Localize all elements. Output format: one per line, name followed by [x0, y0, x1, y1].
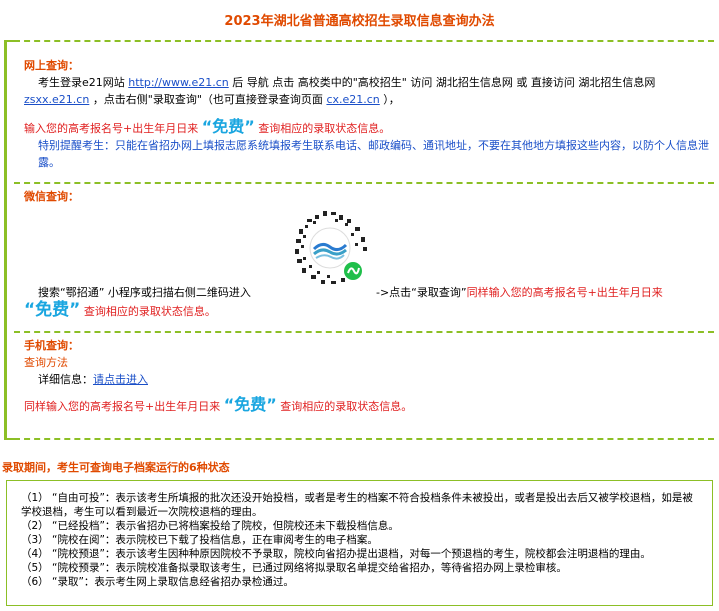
mobile-method: 查询方法 — [24, 356, 68, 369]
mobile-detail-line: 详细信息：请点击进入 — [24, 371, 714, 388]
online-input-text-a: 输入您的高考报名号+出生年月日来 — [24, 122, 199, 135]
divider-bottom — [14, 438, 714, 440]
divider-wechat — [14, 182, 714, 184]
mobile-section: 手机查询： 查询方法 详细信息：请点击进入 同样输入您的高考报名号+出生年月日来… — [24, 337, 714, 415]
wechat-input-text-a: 同样输入您的高考报名号+出生年月日来 — [466, 286, 663, 299]
wechat-free-line: “免费” 查询相应的录取状态信息。 — [24, 302, 714, 320]
mobile-detail-label: 详细信息： — [38, 373, 93, 386]
mobile-free-label: “免费” — [223, 395, 277, 414]
frame-left-border — [4, 42, 7, 440]
online-line2-text-b: ）， — [383, 93, 400, 106]
states-title: 录取期间，考生可查询电子档案运行的6种状态 — [2, 461, 230, 474]
state-item-3: （3） “院校在阅”：表示院校已下载了投档信息，正在审阅考生的电子档案。 — [21, 534, 378, 546]
wechat-free-label: “免费” — [24, 300, 81, 320]
wechat-arrow-text: ->点击“录取查询” — [376, 286, 467, 299]
mobile-input-text-b: 查询相应的录取状态信息。 — [280, 400, 413, 413]
online-section: 网上查询： 考生登录e21网站 http://www.e21.cn 后 导航 点… — [24, 57, 714, 171]
mobile-heading: 手机查询： — [24, 339, 79, 352]
mobile-input-text-a: 同样输入您的高考报名号+出生年月日来 — [24, 400, 221, 413]
state-item-6: （6） “录取”：表示考生网上录取信息经省招办录检通过。 — [21, 576, 294, 588]
states-list: （1） “自由可投”：表示该考生所填报的批次还没开始投档，或者是考生的档案不符合… — [21, 491, 701, 589]
zsxx-link[interactable]: zsxx.e21.cn — [24, 93, 89, 106]
online-heading: 网上查询： — [24, 59, 79, 72]
wechat-search-text: 搜索“鄂招通” 小程序或扫描右侧二维码进入 — [38, 286, 251, 299]
wechat-section: 微信查询： — [24, 188, 714, 205]
online-input-line: 输入您的高考报名号+出生年月日来 “免费” 查询相应的录取状态信息。 — [24, 118, 714, 137]
online-notice: 特别提醒考生：只能在省招办网上填报志愿系统填报考生联系电话、邮政编码、通讯地址，… — [38, 139, 709, 169]
cx-link[interactable]: cx.e21.cn — [326, 93, 379, 106]
wechat-arrow-line: ->点击“录取查询”同样输入您的高考报名号+出生年月日来 — [376, 284, 714, 301]
online-line1-text-b: 后 导航 点击 高校类中的"高校招生" 访问 湖北招生信息网 或 直接访问 湖北… — [232, 76, 656, 89]
online-line1-text-a: 考生登录e21网站 — [38, 76, 125, 89]
qr-code-icon[interactable] — [287, 205, 373, 291]
frame-corner-bottom — [4, 438, 14, 440]
state-item-4: （4） “院校预退”：表示该考生因种种原因院校不予录取，院校向省招办提出退档，对… — [21, 548, 651, 560]
mobile-input-line: 同样输入您的高考报名号+出生年月日来 “免费” 查询相应的录取状态信息。 — [24, 396, 714, 415]
wechat-input-text-b: 查询相应的录取状态信息。 — [83, 305, 216, 318]
state-item-5: （5） “院校预录”：表示院校准备拟录取该考生，已通过网络将拟录取名单提交给省招… — [21, 562, 567, 574]
online-line1: 考生登录e21网站 http://www.e21.cn 后 导航 点击 高校类中… — [24, 74, 714, 91]
online-line2: zsxx.e21.cn ，点击右侧"录取查询"（也可直接登录查询页面 cx.e2… — [24, 91, 714, 108]
divider-top — [14, 40, 714, 42]
states-box: （1） “自由可投”：表示该考生所填报的批次还没开始投档，或者是考生的档案不符合… — [6, 480, 713, 606]
online-free-label: “免费” — [201, 117, 255, 136]
divider-mobile — [14, 331, 714, 333]
online-line2-text-a: ，点击右侧"录取查询"（也可直接登录查询页面 — [92, 93, 323, 106]
wechat-heading: 微信查询： — [24, 190, 79, 203]
mobile-detail-link[interactable]: 请点击进入 — [93, 373, 148, 386]
page-title: 2023年湖北省普通高校招生录取信息查询办法 — [224, 14, 495, 29]
online-input-text-b: 查询相应的录取状态信息。 — [258, 122, 391, 135]
state-item-2: （2） “已经投档”：表示省招办已将档案投给了院校，但院校还未下载投档信息。 — [21, 520, 399, 532]
e21-link[interactable]: http://www.e21.cn — [128, 76, 228, 89]
state-item-1: （1） “自由可投”：表示该考生所填报的批次还没开始投档，或者是考生的档案不符合… — [21, 492, 693, 518]
